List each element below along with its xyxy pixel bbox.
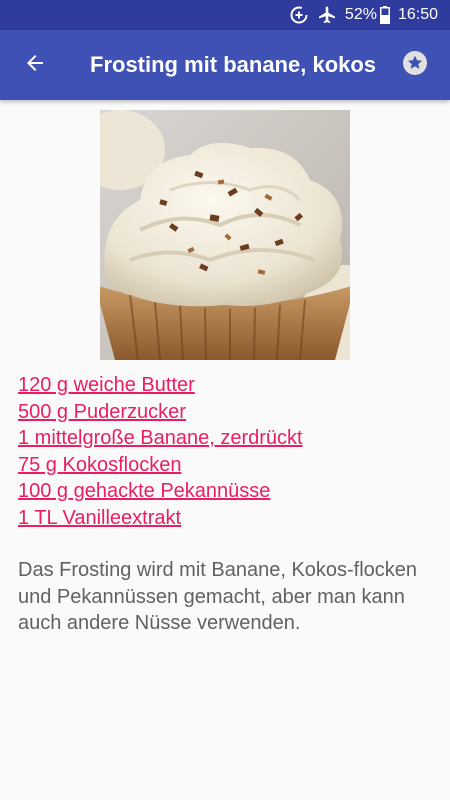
star-icon xyxy=(402,50,428,81)
ingredient-link[interactable]: 500 g Puderzucker xyxy=(18,399,438,426)
battery-icon xyxy=(379,6,390,24)
recipe-image xyxy=(100,110,350,360)
recipe-description: Das Frosting wird mit Banane, Kokos-floc… xyxy=(18,559,418,634)
ingredient-link[interactable]: 100 g gehackte Pekannüsse xyxy=(18,478,438,505)
ingredient-link[interactable]: 1 mittelgroße Banane, zerdrückt xyxy=(18,425,438,452)
page-title: Frosting mit banane, kokos xyxy=(90,52,377,77)
airplane-mode-icon xyxy=(317,5,337,25)
favorite-button[interactable] xyxy=(380,30,450,100)
app-bar: Frosting mit banane, kokos xyxy=(0,30,450,100)
status-bar: 52% 16:50 xyxy=(0,0,450,30)
data-saver-icon xyxy=(289,5,309,25)
ingredient-list: 120 g weiche Butter 500 g Puderzucker 1 … xyxy=(18,372,438,531)
back-button[interactable] xyxy=(0,30,70,100)
cupcake-illustration xyxy=(100,110,350,360)
ingredient-link[interactable]: 1 TL Vanilleextrakt xyxy=(18,505,438,532)
clock: 16:50 xyxy=(397,6,438,23)
ingredient-link[interactable]: 75 g Kokosflocken xyxy=(18,452,438,479)
arrow-back-icon xyxy=(23,51,47,80)
ingredient-link[interactable]: 120 g weiche Butter xyxy=(18,372,438,399)
battery-percent: 52% xyxy=(344,6,377,23)
